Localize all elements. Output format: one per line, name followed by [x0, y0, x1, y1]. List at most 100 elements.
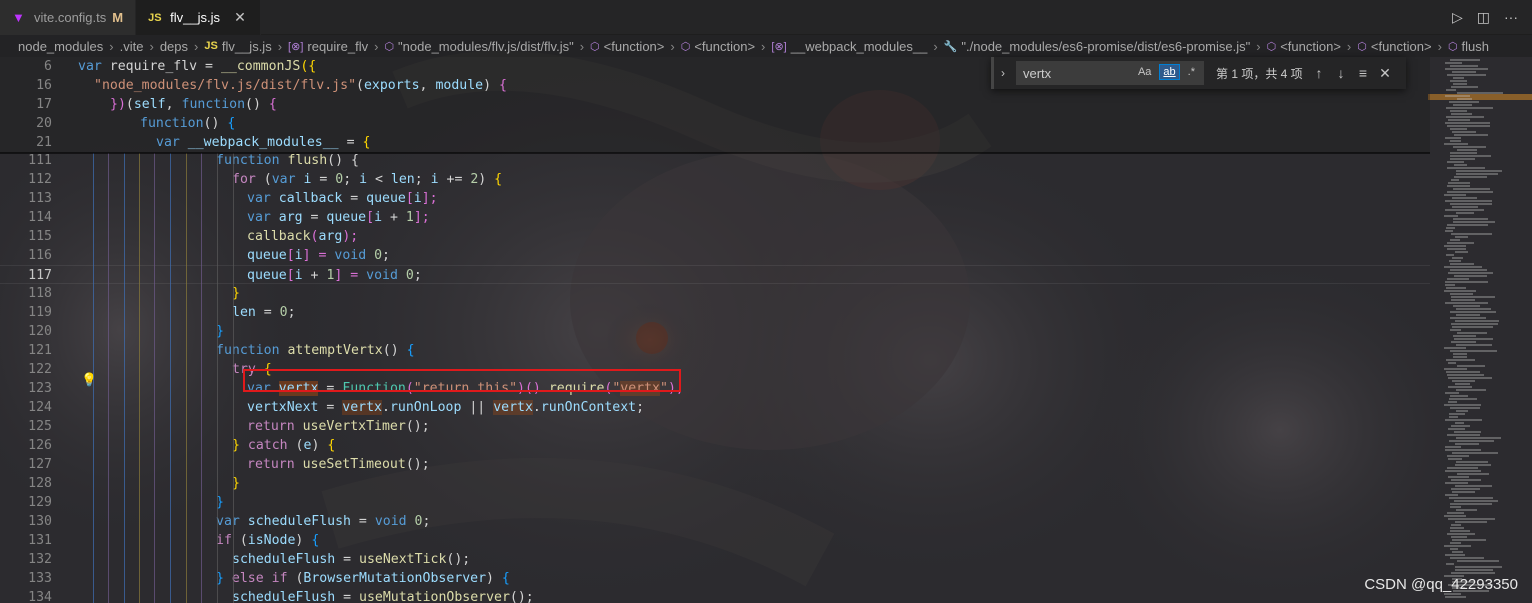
- tab-flv-js[interactable]: JS flv__js.js ✕: [136, 0, 261, 35]
- code-line[interactable]: 20 function() {: [0, 114, 1430, 133]
- more-actions-icon[interactable]: ···: [1504, 9, 1518, 25]
- code-line[interactable]: 117 queue[i + 1] = void 0;: [0, 265, 1430, 284]
- code-line[interactable]: 112 for (var i = 0; i < len; i += 2) {: [0, 170, 1430, 189]
- breadcrumb-label: flv__js.js: [221, 38, 272, 54]
- run-icon[interactable]: ▷: [1452, 9, 1463, 26]
- code-line[interactable]: 123 var vertx = Function("return this")()…: [0, 379, 1430, 398]
- code-text: var arg = queue[i + 1];: [247, 208, 430, 227]
- minimap-line: [1445, 281, 1488, 283]
- code-line[interactable]: 114 var arg = queue[i + 1];: [0, 208, 1430, 227]
- code-token: () {: [327, 153, 359, 168]
- find-input[interactable]: vertx Aa ab .*: [1016, 61, 1204, 85]
- minimap-line: [1445, 302, 1488, 304]
- code-line[interactable]: 129}: [0, 493, 1430, 512]
- line-number: 115: [28, 229, 52, 244]
- code-line[interactable]: 118}: [0, 284, 1430, 303]
- code-line[interactable]: 113 var callback = queue[i];: [0, 189, 1430, 208]
- close-icon[interactable]: ✕: [232, 9, 248, 26]
- regex-toggle[interactable]: .*: [1184, 64, 1199, 80]
- code-line[interactable]: 127 return useSetTimeout();: [0, 455, 1430, 474]
- breadcrumb-item[interactable]: 🔧 "./node_modules/es6-promise/dist/es6-pr…: [944, 39, 1251, 54]
- minimap-line: [1452, 71, 1476, 73]
- minimap-line: [1449, 101, 1479, 103]
- minimap-line: [1450, 110, 1467, 112]
- code-token: else: [231, 571, 264, 586]
- minimap-line: [1447, 434, 1480, 436]
- breadcrumb-item[interactable]: ⬡ <function>: [1357, 39, 1431, 54]
- line-number: 118: [28, 286, 52, 301]
- code-line[interactable]: 119 len = 0;: [0, 303, 1430, 322]
- minimap-line: [1450, 263, 1474, 265]
- code-line[interactable]: 120}: [0, 322, 1430, 341]
- code-line[interactable]: 17})(self, function() {: [0, 95, 1430, 114]
- find-in-selection-icon[interactable]: ≡: [1352, 65, 1374, 81]
- breadcrumb-item[interactable]: [⊗] require_flv: [288, 39, 368, 54]
- code-line[interactable]: 131 if (isNode) {: [0, 531, 1430, 550]
- minimap-line: [1445, 200, 1492, 202]
- close-icon[interactable]: ✕: [1374, 65, 1396, 82]
- minimap-line: [1451, 296, 1495, 298]
- breadcrumb-label: <function>: [694, 38, 756, 54]
- breadcrumb-separator: ›: [761, 38, 766, 54]
- code-line[interactable]: 124 vertxNext = vertx.runOnLoop || vertx.…: [0, 398, 1430, 417]
- code-token: useSetTimeout: [302, 457, 406, 472]
- minimap-line: [1447, 74, 1486, 76]
- arrow-down-icon[interactable]: ↓: [1330, 65, 1352, 81]
- code-token: 0: [279, 305, 288, 320]
- code-line[interactable]: 116 queue[i] = void 0;: [0, 246, 1430, 265]
- code-token: ;: [414, 172, 431, 187]
- minimap-line: [1444, 194, 1466, 196]
- breadcrumb-item[interactable]: ⬡ <function>: [681, 39, 755, 54]
- code-line[interactable]: 125 return useVertxTimer();: [0, 417, 1430, 436]
- code-text: } else if (BrowserMutationObserver) {: [216, 569, 510, 588]
- minimap-line: [1451, 425, 1470, 427]
- breadcrumb-item[interactable]: ⬡ <function>: [1267, 39, 1341, 54]
- code-line[interactable]: 134 scheduleFlush = useMutationObserver()…: [0, 588, 1430, 603]
- code-line[interactable]: 115 callback(arg);: [0, 227, 1430, 246]
- minimap-line: [1444, 545, 1471, 547]
- breadcrumb-label: node_modules: [18, 38, 104, 54]
- breadcrumb-item[interactable]: ⬡ flush: [1448, 39, 1489, 54]
- minimap[interactable]: [1430, 57, 1532, 603]
- minimap-line: [1445, 470, 1481, 472]
- minimap-line: [1448, 401, 1457, 403]
- tab-vite-config[interactable]: ▼ vite.config.ts M: [0, 0, 137, 35]
- breadcrumb-item[interactable]: deps: [160, 39, 188, 54]
- code-editor[interactable]: 💡 6 var require_flv = __commonJS({16 "node…: [0, 57, 1430, 603]
- code-line[interactable]: 126} catch (e) {: [0, 436, 1430, 455]
- code-line[interactable]: 21 var __webpack_modules__ = {: [0, 133, 1430, 152]
- code-token: if: [271, 571, 288, 586]
- code-token: queue: [326, 210, 367, 225]
- code-line[interactable]: 132 scheduleFlush = useNextTick();: [0, 550, 1430, 569]
- breadcrumb-item[interactable]: ⬡ "node_modules/flv.js/dist/flv.js": [384, 39, 573, 54]
- minimap-line: [1450, 350, 1497, 352]
- breadcrumb-item[interactable]: .vite: [120, 39, 144, 54]
- breadcrumb-item[interactable]: [⊗] __webpack_modules__: [771, 39, 927, 54]
- whole-word-toggle[interactable]: ab: [1159, 64, 1180, 80]
- code-token: exports: [363, 78, 420, 93]
- minimap-line: [1448, 428, 1465, 430]
- line-number: 112: [28, 172, 52, 187]
- code-line[interactable]: 133} else if (BrowserMutationObserver) {: [0, 569, 1430, 588]
- code-line[interactable]: 121 function attemptVertx() {: [0, 341, 1430, 360]
- code-token: var: [271, 172, 296, 187]
- breadcrumb-item[interactable]: ⬡ <function>: [590, 39, 664, 54]
- code-token: [: [405, 191, 414, 206]
- breadcrumb-item[interactable]: JS flv__js.js: [204, 39, 271, 54]
- code-text: var __webpack_modules__ = {: [156, 133, 370, 152]
- code-line[interactable]: 122 try {: [0, 360, 1430, 379]
- code-token: attemptVertx: [279, 343, 383, 358]
- breadcrumb-item[interactable]: node_modules: [18, 39, 103, 54]
- arrow-up-icon[interactable]: ↑: [1308, 65, 1330, 81]
- line-number: 126: [28, 438, 52, 453]
- code-token: for: [232, 172, 256, 187]
- breadcrumb-separator: ›: [670, 38, 675, 54]
- split-editor-icon[interactable]: ◫: [1477, 9, 1490, 26]
- breadcrumb-separator: ›: [194, 38, 199, 54]
- code-line[interactable]: 130 var scheduleFlush = void 0;: [0, 512, 1430, 531]
- code-line[interactable]: 128}: [0, 474, 1430, 493]
- match-case-toggle[interactable]: Aa: [1134, 64, 1155, 80]
- chevron-right-icon[interactable]: ›: [994, 66, 1012, 80]
- line-number: 132: [28, 552, 52, 567]
